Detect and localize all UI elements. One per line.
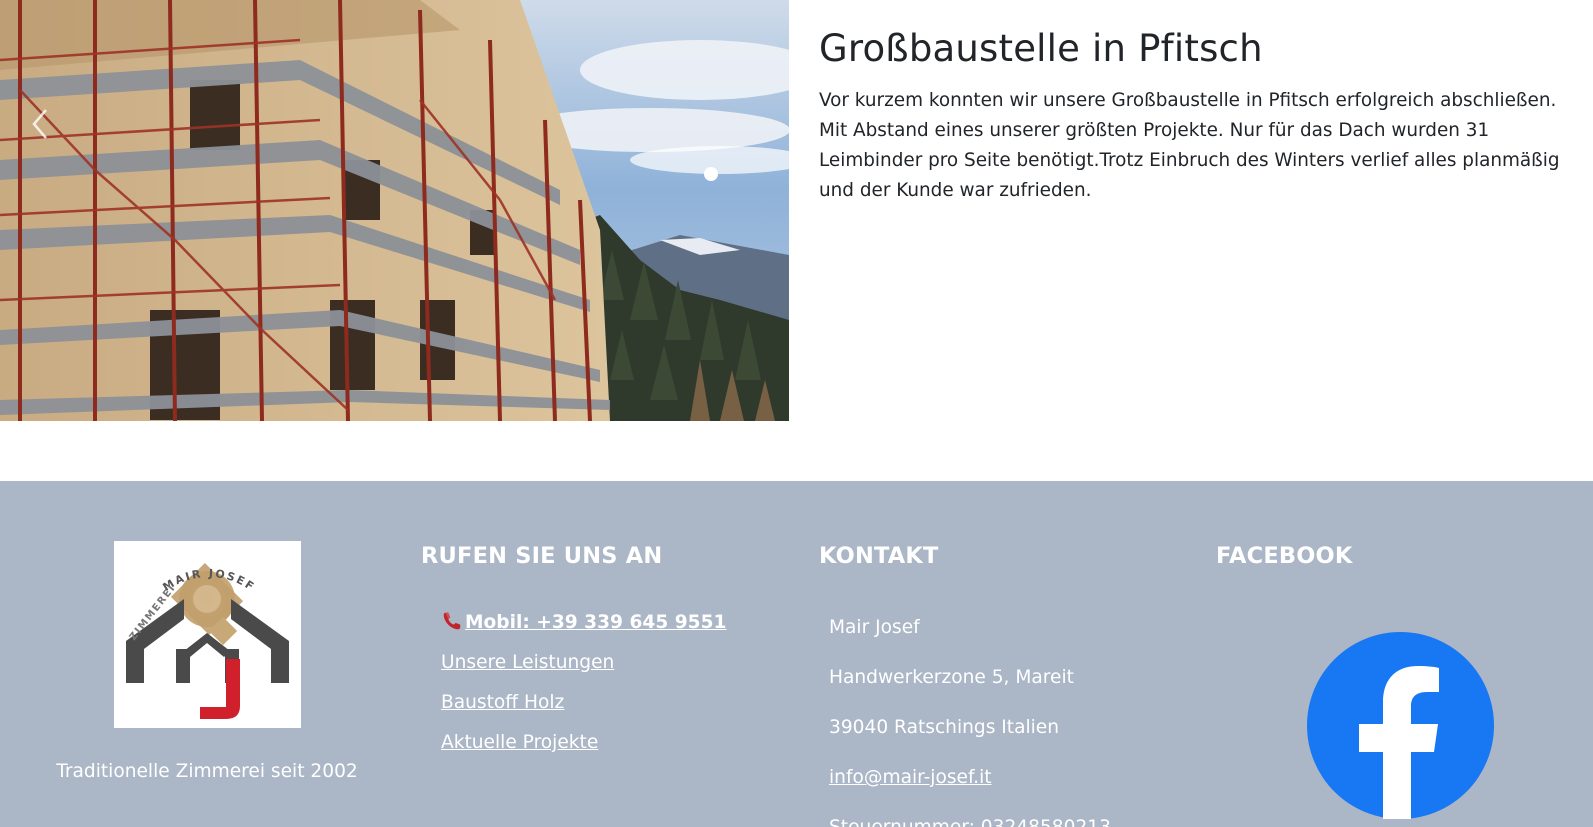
project-image-carousel[interactable]	[0, 0, 789, 421]
phone-link[interactable]: Mobil: +39 339 645 9551	[441, 603, 727, 643]
contact-street: Handwerkerzone 5, Mareit	[829, 667, 1074, 688]
contact-email-link[interactable]: info@mair-josef.it	[829, 753, 1111, 803]
contact-city: 39040 Ratschings Italien	[829, 717, 1060, 738]
facebook-icon[interactable]	[1307, 632, 1494, 819]
chevron-left-icon[interactable]	[26, 104, 54, 144]
footer-tagline: Traditionelle Zimmerei seit 2002	[56, 761, 358, 782]
contact-tax-number: Steuernummer: 03248580213	[829, 803, 1111, 827]
project-description: Vor kurzem konnten wir unsere Großbauste…	[819, 90, 1560, 201]
contact-name: Mair Josef	[829, 617, 920, 638]
phone-icon	[443, 612, 461, 630]
logo-image: MAIR JOSEF ZIMMEREI	[126, 562, 289, 719]
project-text: Großbaustelle in Pfitsch Vor kurzem konn…	[819, 26, 1569, 206]
link-unsere-leistungen[interactable]: Unsere Leistungen	[441, 643, 727, 683]
call-heading: RUFEN SIE UNS AN	[421, 543, 663, 569]
project-section: Großbaustelle in Pfitsch Vor kurzem konn…	[0, 0, 1593, 481]
call-links: Mobil: +39 339 645 9551 Unsere Leistunge…	[441, 603, 727, 763]
site-footer: MAIR JOSEF ZIMMEREI Traditionelle Zimmer…	[0, 481, 1593, 827]
link-aktuelle-projekte[interactable]: Aktuelle Projekte	[441, 723, 727, 763]
facebook-heading: FACEBOOK	[1216, 543, 1353, 569]
contact-details: Mair Josef Handwerkerzone 5, Mareit 3904…	[829, 603, 1111, 827]
construction-site-photo	[0, 0, 789, 421]
company-logo[interactable]: MAIR JOSEF ZIMMEREI	[114, 541, 301, 728]
link-baustoff-holz[interactable]: Baustoff Holz	[441, 683, 727, 723]
phone-label: Mobil: +39 339 645 9551	[465, 612, 727, 633]
contact-heading: KONTAKT	[819, 543, 939, 569]
project-title: Großbaustelle in Pfitsch	[819, 27, 1263, 70]
